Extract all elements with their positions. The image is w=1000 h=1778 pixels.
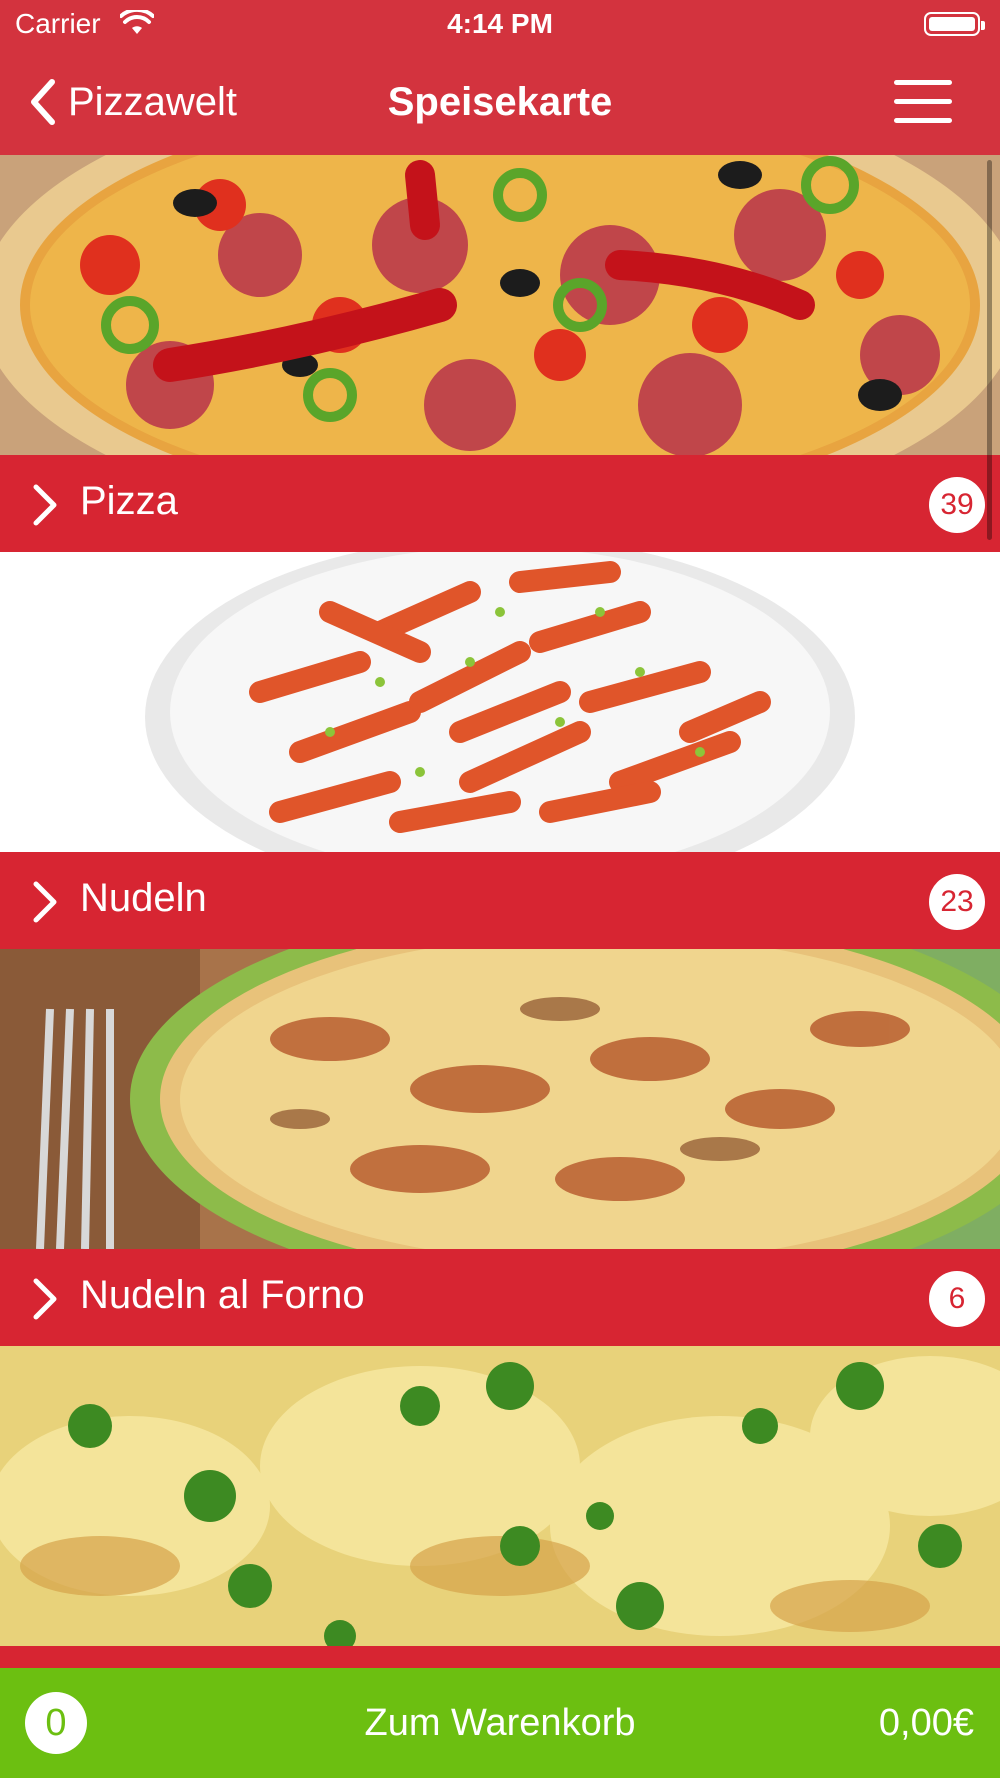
pasta-photo [0,552,1000,852]
item-count-badge: 23 [929,874,985,930]
header: Carrier 4:14 PM Pizzawelt Speisekarte [0,0,1000,155]
hamburger-menu-icon[interactable] [894,80,952,124]
category-name: Nudeln [80,876,207,920]
page-title: Speisekarte [387,80,613,124]
cart-total: 0,00€ [878,1702,974,1744]
chevron-right-icon [33,881,57,923]
scroll-indicator[interactable] [987,160,992,540]
clock: 4:14 PM [447,8,553,39]
navigation-bar: Pizzawelt Speisekarte [0,52,1000,152]
gratin-photo [0,1346,1000,1646]
category-name: Pizza [80,479,178,523]
category-name: Nudeln al Forno [80,1273,365,1317]
category-nudeln[interactable]: Nudeln 23 [0,552,1000,949]
chevron-right-icon [33,1278,57,1320]
item-count-badge: 6 [929,1271,985,1327]
cart-button[interactable]: 0 Zum Warenkorb 0,00€ [0,1668,1000,1778]
item-count-badge: 39 [929,477,985,533]
category-bar[interactable]: Pizza 39 [0,455,1000,552]
battery-icon [924,12,985,36]
pizza-photo [0,155,1000,455]
category-list: Pizza 39 Nudeln 23 Nudeln al Forno 6 [0,155,1000,1743]
category-bar[interactable]: Nudeln 23 [0,852,1000,949]
category-pizza[interactable]: Pizza 39 [0,155,1000,552]
baked-pasta-photo [0,949,1000,1249]
status-bar: Carrier 4:14 PM [0,0,1000,52]
cart-label: Zum Warenkorb [364,1702,636,1744]
category-bar[interactable]: Nudeln al Forno 6 [0,1249,1000,1346]
chevron-right-icon [33,484,57,526]
category-nudeln-al-forno[interactable]: Nudeln al Forno 6 [0,949,1000,1346]
